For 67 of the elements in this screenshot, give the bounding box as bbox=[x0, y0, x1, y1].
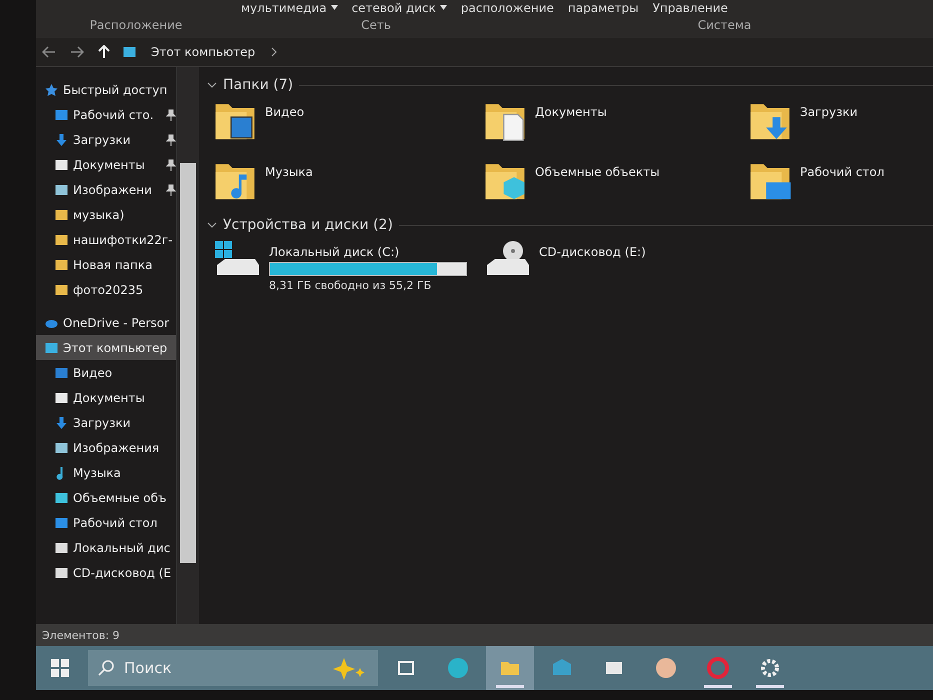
search-bar[interactable]: Поиск bbox=[88, 650, 378, 686]
pin-icon bbox=[166, 184, 176, 196]
folder-name[interactable]: Загрузки bbox=[800, 105, 858, 119]
ribbon-group-label: Расположение bbox=[88, 18, 184, 32]
sidebar-item[interactable]: Объемные объ bbox=[36, 485, 176, 510]
settings-icon bbox=[758, 656, 782, 680]
chevron-icon[interactable] bbox=[269, 47, 280, 57]
folder-name[interactable]: Рабочий стол bbox=[800, 165, 884, 179]
section-title: Устройства и диски (2) bbox=[223, 217, 393, 233]
drive-name[interactable]: CD-дисковод (E:) bbox=[539, 245, 646, 259]
running-indicator bbox=[756, 685, 784, 688]
ribbon-group-label: Сеть bbox=[360, 18, 392, 32]
pin-icon bbox=[166, 108, 176, 120]
sidebar-item[interactable]: фото20235 bbox=[36, 277, 176, 302]
desktop-icon bbox=[54, 108, 69, 122]
scrollbar-thumb[interactable] bbox=[180, 163, 196, 563]
ribbon-group-label: Система bbox=[696, 18, 752, 32]
sidebar-item[interactable]: Быстрый доступ bbox=[36, 77, 176, 102]
chevron-icon[interactable] bbox=[207, 80, 217, 90]
sidebar-item[interactable]: Видео bbox=[36, 360, 176, 385]
windows-icon bbox=[51, 659, 69, 677]
sidebar-item[interactable]: Новая папка bbox=[36, 252, 176, 277]
folder-name[interactable]: Документы bbox=[535, 105, 607, 119]
chevron-icon[interactable] bbox=[207, 220, 217, 230]
sidebar-item[interactable]: Документы bbox=[36, 385, 176, 410]
sidebar-item[interactable]: OneDrive - Persor bbox=[36, 310, 176, 335]
sidebar-item[interactable]: Локальный дис bbox=[36, 535, 176, 560]
sidebar-item[interactable]: Этот компьютер bbox=[36, 335, 176, 360]
sidebar-item[interactable]: Рабочий сто. bbox=[36, 102, 176, 127]
sidebar-item[interactable]: Рабочий стол bbox=[36, 510, 176, 535]
search-icon bbox=[98, 660, 114, 676]
running-indicator bbox=[496, 685, 524, 688]
back-button[interactable] bbox=[40, 46, 58, 58]
drive-name[interactable]: Локальный диск (C:) bbox=[269, 245, 467, 259]
pin-icon bbox=[166, 158, 176, 170]
sidebar-item[interactable]: Изображени bbox=[36, 177, 176, 202]
folder-name[interactable]: Видео bbox=[265, 105, 304, 119]
star-icon bbox=[44, 82, 59, 96]
running-indicator bbox=[704, 685, 732, 688]
up-arrow-icon bbox=[98, 45, 110, 59]
folder-name[interactable]: Музыка bbox=[265, 165, 313, 179]
download-icon bbox=[54, 132, 69, 146]
pin-icon bbox=[166, 134, 176, 146]
left-arrow-icon bbox=[42, 46, 56, 58]
sidebar-item[interactable]: Документы bbox=[36, 152, 176, 177]
sidebar-item[interactable]: Загрузки bbox=[36, 127, 176, 152]
forward-button[interactable] bbox=[68, 46, 86, 58]
sidebar-item[interactable]: Музыка bbox=[36, 460, 176, 485]
search-input[interactable]: Поиск bbox=[122, 658, 320, 678]
opera-icon bbox=[706, 656, 730, 680]
sidebar-item[interactable]: Изображения bbox=[36, 435, 176, 460]
download-icon bbox=[54, 416, 69, 430]
up-button[interactable] bbox=[96, 45, 112, 59]
desktop-icon bbox=[54, 516, 69, 530]
sidebar-item[interactable]: музыка) bbox=[36, 202, 176, 227]
ribbon-command[interactable]: сетевой диск bbox=[352, 2, 436, 14]
free-space-text: 8,31 ГБ свободно из 55,2 ГБ bbox=[269, 279, 432, 292]
breadcrumb[interactable]: Этот компьютер bbox=[147, 45, 260, 59]
sidebar-item[interactable]: нашифотки22г- bbox=[36, 227, 176, 252]
sidebar-item[interactable]: CD-дисковод (E bbox=[36, 560, 176, 585]
scrollbar[interactable] bbox=[177, 67, 199, 624]
folder-name[interactable]: Объемные объекты bbox=[535, 165, 660, 179]
item-count: Элементов: 9 bbox=[42, 628, 120, 642]
taskbar-app[interactable] bbox=[486, 646, 534, 690]
sidebar-item[interactable]: Загрузки bbox=[36, 410, 176, 435]
right-arrow-icon bbox=[70, 46, 84, 58]
section-title: Папки (7) bbox=[223, 77, 294, 93]
